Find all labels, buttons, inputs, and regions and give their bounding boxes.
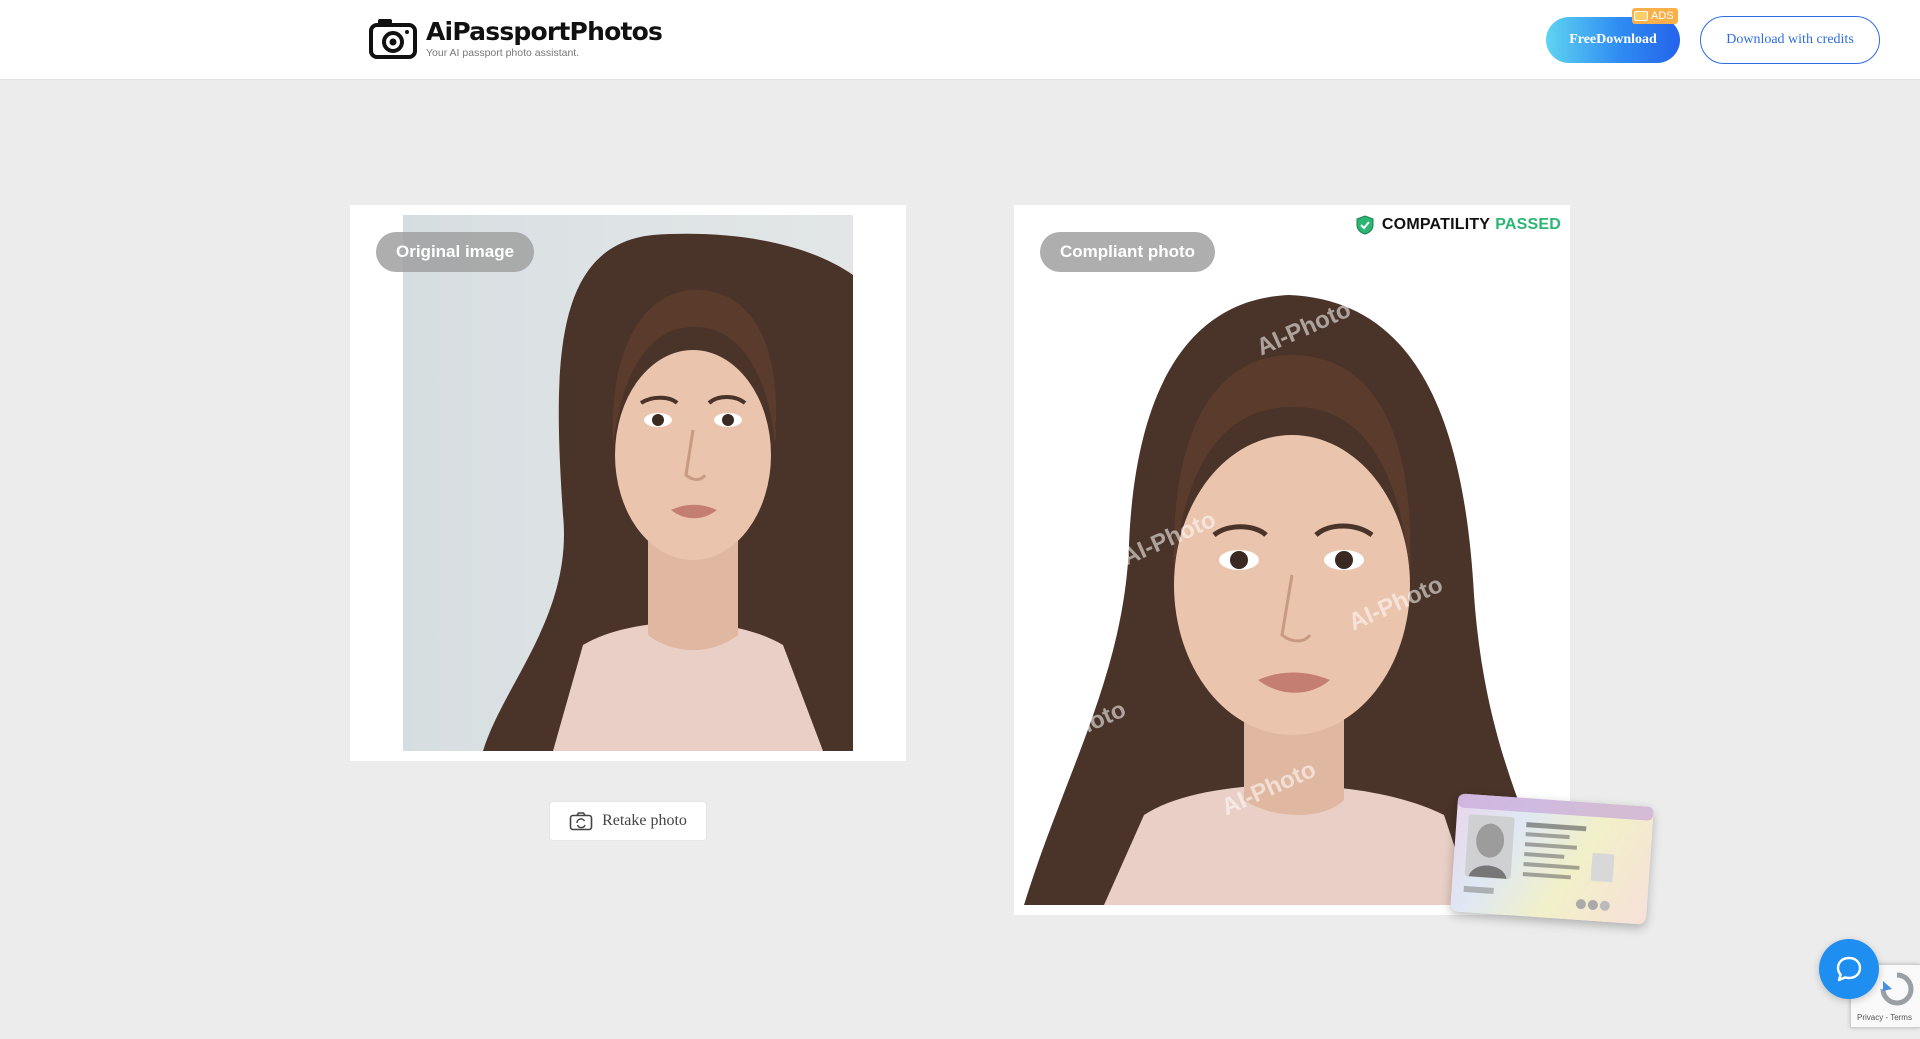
compatibility-status-value: PASSED — [1495, 216, 1561, 233]
shield-check-icon — [1356, 215, 1374, 235]
brand-tagline: Your AI passport photo assistant. — [426, 46, 580, 59]
download-with-credits-button[interactable]: Download with credits — [1700, 16, 1880, 64]
id-card-illustration — [1457, 793, 1654, 911]
original-image-card: Original image — [350, 205, 906, 761]
compliant-photo-label: Compliant photo — [1040, 232, 1216, 272]
original-photo — [403, 215, 853, 751]
recaptcha-privacy-terms[interactable]: Privacy - Terms — [1857, 1013, 1912, 1022]
id-card-image — [1450, 793, 1654, 925]
recaptcha-icon — [1880, 972, 1914, 1006]
site-header: AiPassportPhotos Your AI passport photo … — [0, 0, 1920, 80]
tv-icon — [1634, 11, 1648, 21]
ads-badge-label: ADS — [1651, 10, 1674, 22]
chat-icon — [1836, 956, 1862, 982]
portrait-illustration — [483, 233, 853, 751]
camera-logo-icon — [369, 19, 417, 59]
camera-rotate-icon — [569, 812, 593, 831]
chat-button[interactable] — [1819, 939, 1879, 999]
ads-badge: ADS — [1632, 8, 1678, 24]
compatibility-label: COMPATILITY — [1381, 216, 1491, 233]
compatibility-status: COMPATILITY PASSED — [1356, 215, 1561, 235]
retake-photo-label: Retake photo — [602, 812, 687, 829]
brand-name: AiPassportPhotos — [426, 16, 663, 46]
original-image-label: Original image — [376, 232, 535, 272]
retake-photo-button[interactable]: Retake photo — [549, 801, 707, 841]
brand-logo[interactable]: AiPassportPhotos Your AI passport photo … — [368, 16, 663, 60]
